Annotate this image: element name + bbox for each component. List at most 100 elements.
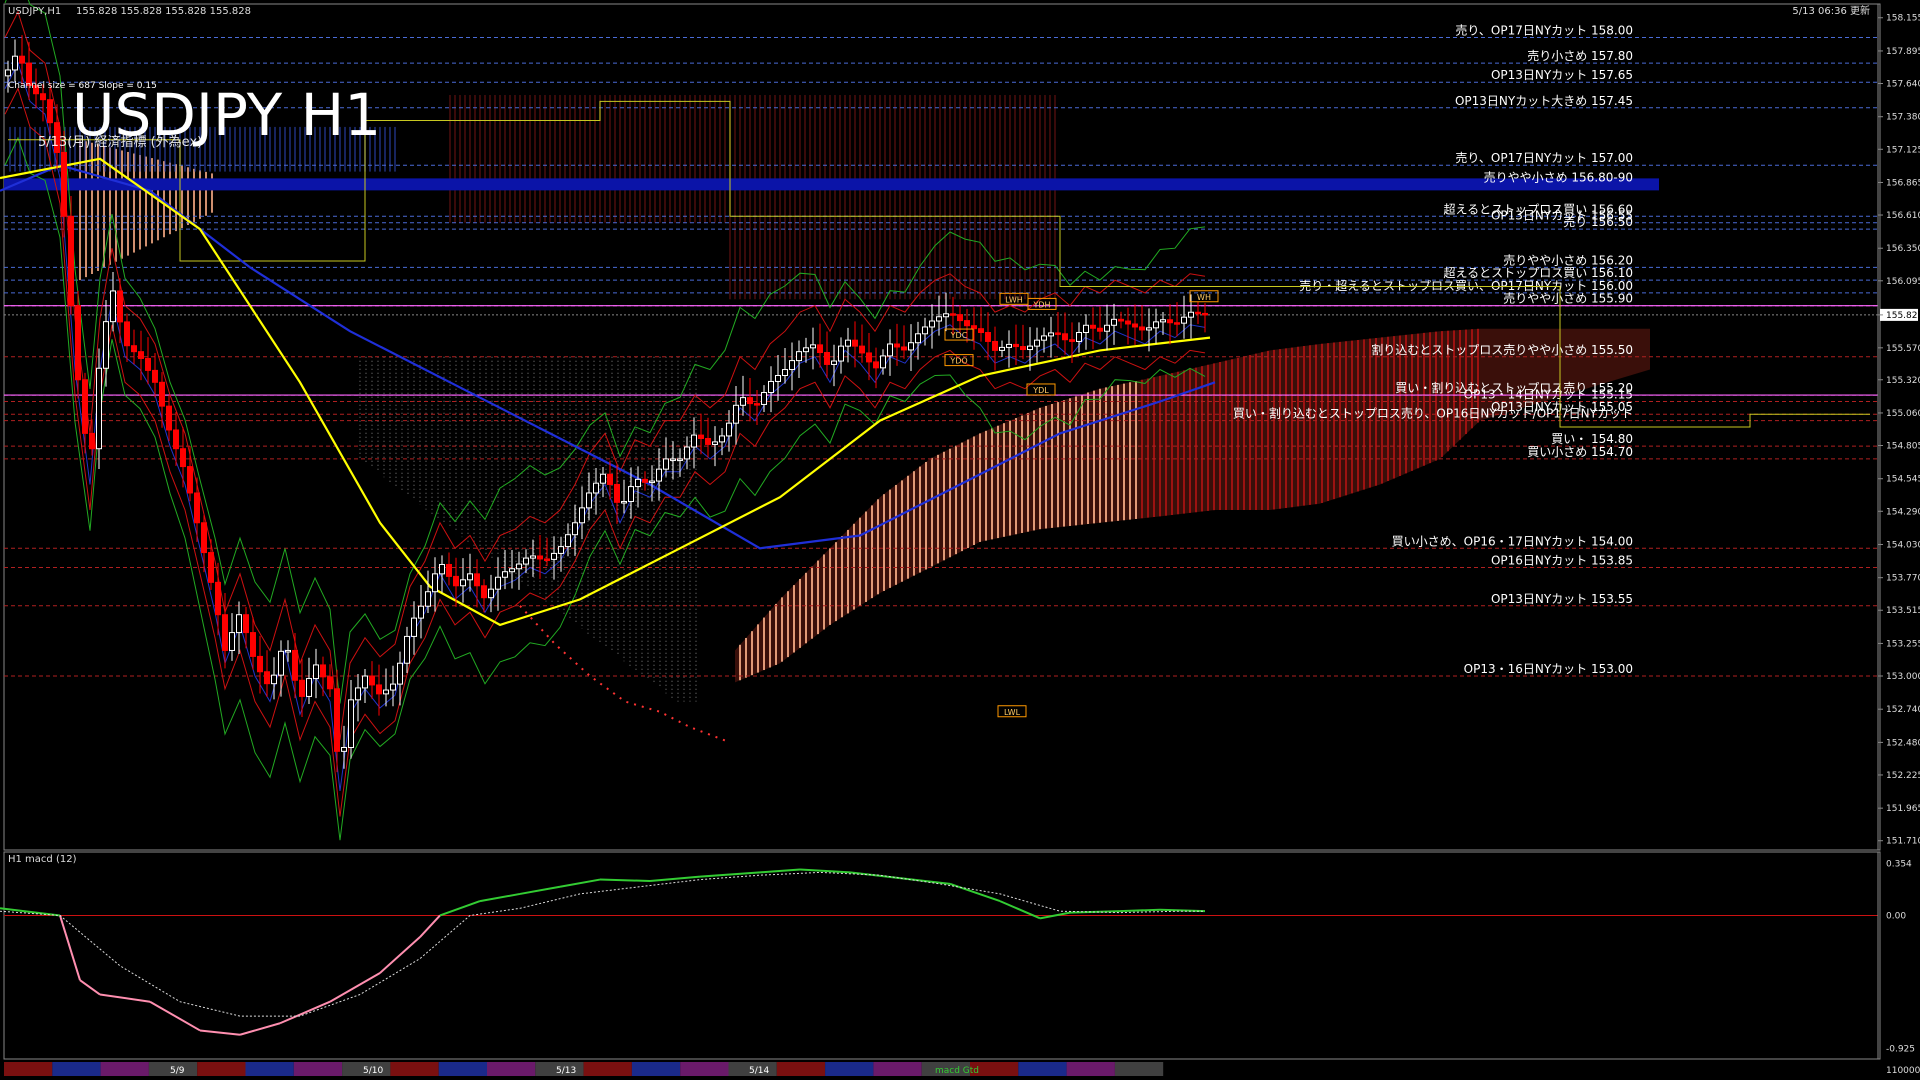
candle-body <box>733 404 739 424</box>
level-tag: YDH <box>1032 300 1050 309</box>
candle-body <box>75 305 81 381</box>
candle-body <box>187 466 193 494</box>
candle-body <box>1202 312 1208 316</box>
level-label: 買い小さめ、OP16・17日NYカット 154.00 <box>1392 534 1633 548</box>
date-segment <box>4 1062 53 1076</box>
candle-body <box>362 675 368 689</box>
candle-body <box>768 380 774 394</box>
candle-body <box>418 605 424 619</box>
candle-body <box>1055 332 1061 335</box>
candle-body <box>1181 316 1187 324</box>
candle-body <box>607 473 613 485</box>
candle-body <box>222 614 228 651</box>
candle-body <box>866 352 872 363</box>
candle-body <box>320 664 326 678</box>
candle-body <box>439 563 445 575</box>
candle-body <box>558 546 564 554</box>
candle-body <box>1020 346 1026 351</box>
y-tick-label: 153.770 <box>1886 574 1920 584</box>
candle-body <box>1153 321 1159 329</box>
level-label: OP13日NYカット 157.65 <box>1491 68 1633 82</box>
candle-body <box>649 480 655 484</box>
y-tick-label: 154.030 <box>1886 540 1920 550</box>
level-label: OP13日NYカット 153.55 <box>1491 592 1633 606</box>
candle-body <box>313 664 319 680</box>
candle-body <box>565 534 571 548</box>
candle-body <box>40 93 46 101</box>
candle-body <box>1160 319 1166 323</box>
level-label: 売り 156.50 <box>1563 214 1633 229</box>
date-segment <box>293 1062 343 1076</box>
price-axis: 158.155 157.895 157.640 157.380 157.125 156.8… <box>1877 4 1920 850</box>
y-tick-label: 157.380 <box>1886 113 1920 123</box>
candle-body <box>502 571 508 578</box>
candle-body <box>292 649 298 681</box>
y-tick-label: 156.610 <box>1886 211 1920 221</box>
candle-body <box>215 581 221 616</box>
level-label: 超えるとストップロス買い 156.10 <box>1444 265 1633 280</box>
level-label: 売りやや小さめ 156.80-90 <box>1484 169 1633 184</box>
level-tag: YDC <box>950 331 968 340</box>
candle-body <box>1174 322 1180 325</box>
candle-body <box>68 215 74 307</box>
y-tick-label: 155.828 <box>1886 311 1920 321</box>
candle-body <box>467 573 473 581</box>
y-tick-label: 157.125 <box>1886 145 1920 155</box>
candle-body <box>936 316 942 322</box>
candle-body <box>978 328 984 334</box>
date-segment <box>487 1062 536 1076</box>
candle-body <box>1195 311 1201 315</box>
y-tick-label: 151.965 <box>1886 804 1920 814</box>
candle-body <box>656 468 662 482</box>
candle-body <box>271 674 277 685</box>
candle-body <box>1027 345 1033 351</box>
window-title: USDJPY,H1 <box>8 6 61 17</box>
candle-body <box>243 614 249 634</box>
candle-body <box>971 325 977 330</box>
chart-canvas[interactable]: 売り、OP17日NYカット 158.00 売り小さめ 157.80 OP13日NYカ… <box>0 0 1920 1080</box>
candle-body <box>621 500 627 504</box>
candle-body <box>404 635 410 664</box>
date-segment <box>52 1062 101 1076</box>
candle-body <box>355 687 361 701</box>
date-bar: 5/9 5/10 5/13 5/14 macd Gtd 110000 <box>4 1062 1920 1076</box>
candle-body <box>677 458 683 461</box>
candle-body <box>516 563 522 570</box>
update-timestamp: 5/13 06:36 更新 <box>1792 4 1870 17</box>
candle-body <box>929 320 935 328</box>
candle-body <box>341 747 347 752</box>
level-label: OP13日NYカット大きめ 157.45 <box>1455 94 1633 108</box>
macd-label: H1 macd (12) <box>8 854 77 865</box>
candle-body <box>348 699 354 749</box>
date-segment <box>825 1062 874 1076</box>
candle-body <box>1041 335 1047 341</box>
candle-body <box>264 671 270 685</box>
candle-body <box>299 679 305 697</box>
candle-body <box>852 339 858 347</box>
candle-body <box>1097 327 1103 332</box>
level-tag: YDL <box>1032 386 1049 395</box>
candle-body <box>845 339 851 347</box>
date-segment <box>197 1062 246 1076</box>
date-bar-value: 110000 <box>1886 1066 1920 1076</box>
candle-body <box>880 355 886 369</box>
candle-body <box>1132 323 1138 328</box>
candle-body <box>1090 324 1096 329</box>
candle-body <box>481 585 487 599</box>
y-tick-label: 155.320 <box>1886 376 1920 386</box>
candle-body <box>1048 332 1054 337</box>
macd-tick-label: 0.00 <box>1886 911 1906 921</box>
candle-body <box>509 568 515 573</box>
candle-body <box>796 351 802 362</box>
level-label: 割り込むとストップロス売りやや小さめ 155.50 <box>1371 342 1633 357</box>
candle-body <box>901 346 907 351</box>
candle-body <box>173 429 179 450</box>
candle-body <box>446 563 452 577</box>
candle-body <box>908 342 914 351</box>
y-tick-label: 152.480 <box>1886 738 1920 748</box>
candle-body <box>831 360 837 365</box>
level-label: 売りやや小さめ 156.20 <box>1503 252 1633 267</box>
candle-body <box>1118 318 1124 322</box>
candle-body <box>201 522 207 554</box>
y-tick-label: 154.290 <box>1886 507 1920 517</box>
